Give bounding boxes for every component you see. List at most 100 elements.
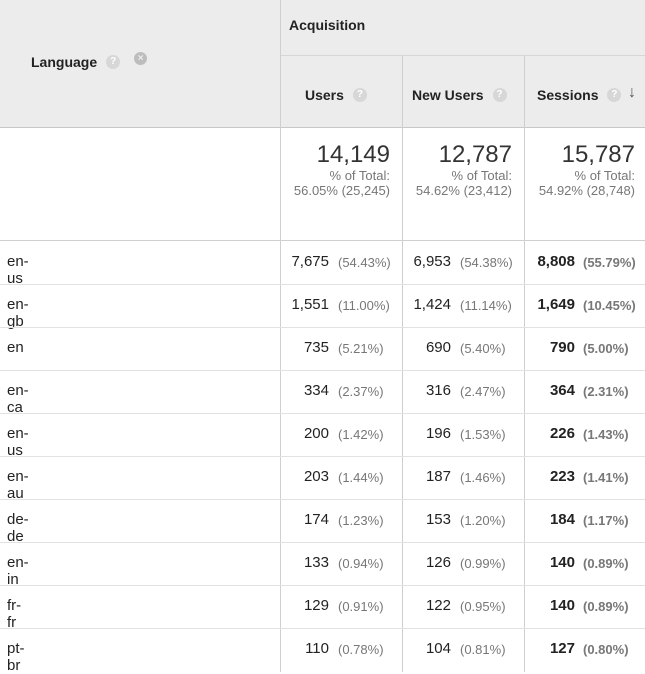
- users-total: 14,149: [316, 141, 390, 168]
- language-cell[interactable]: en: [7, 339, 24, 356]
- new-users-pct-cell: (2.47%): [460, 384, 506, 399]
- new-users-cell: 153: [425, 511, 451, 528]
- sessions-pct-cell: (2.31%): [583, 384, 629, 399]
- users-cell: 203: [303, 468, 329, 485]
- help-icon[interactable]: ?: [106, 55, 121, 69]
- row-divider: [0, 542, 645, 543]
- users-pct-cell: (0.91%): [338, 599, 384, 614]
- language-cell[interactable]: en-us: [7, 425, 29, 459]
- new-users-pct-cell: (5.40%): [460, 341, 506, 356]
- users-pct-cell: (2.37%): [338, 384, 384, 399]
- sort-descending-icon[interactable]: ↓: [628, 84, 636, 102]
- new-users-cell: 122: [425, 597, 451, 614]
- sessions-cell: 223: [549, 468, 575, 485]
- sessions-cell: 184: [549, 511, 575, 528]
- users-total-detail: 56.05% (25,245): [293, 183, 390, 198]
- users-pct-cell: (1.23%): [338, 513, 384, 528]
- sessions-cell: 8,808: [537, 253, 575, 270]
- help-icon[interactable]: ?: [607, 88, 622, 102]
- new-users-header-label: New Users: [412, 87, 484, 103]
- sessions-header-label: Sessions: [537, 87, 599, 103]
- language-cell[interactable]: en-in: [7, 554, 29, 588]
- sessions-total: 15,787: [561, 141, 635, 168]
- users-cell: 334: [303, 382, 329, 399]
- sessions-pct-cell: (55.79%): [583, 255, 636, 270]
- users-cell: 7,675: [291, 253, 329, 270]
- users-cell: 200: [303, 425, 329, 442]
- sessions-pct-cell: (0.89%): [583, 556, 629, 571]
- row-divider: [0, 585, 645, 586]
- new-users-column-header[interactable]: New Users ?: [412, 87, 507, 103]
- users-pct-cell: (54.43%): [338, 255, 391, 270]
- new-users-cell: 316: [425, 382, 451, 399]
- remove-dimension-icon[interactable]: ×: [134, 51, 148, 65]
- users-pct-cell: (1.42%): [338, 427, 384, 442]
- row-divider: [0, 284, 645, 285]
- users-cell: 735: [303, 339, 329, 356]
- row-divider: [0, 370, 645, 371]
- sessions-pct-cell: (10.45%): [583, 298, 636, 313]
- totals-divider: [0, 240, 645, 241]
- row-divider: [0, 327, 645, 328]
- language-column-header[interactable]: Language ? ×: [31, 51, 148, 70]
- users-cell: 129: [303, 597, 329, 614]
- users-pct-cell: (0.94%): [338, 556, 384, 571]
- new-users-total-detail: 54.62% (23,412): [415, 183, 512, 198]
- group-divider: [281, 55, 645, 56]
- sessions-column-header[interactable]: Sessions ?: [537, 87, 622, 103]
- language-cell[interactable]: en-ca: [7, 382, 29, 416]
- users-pct-cell: (1.44%): [338, 470, 384, 485]
- analytics-table: Language ? × Acquisition Users ? New Use…: [0, 0, 645, 674]
- help-icon[interactable]: ?: [352, 88, 367, 102]
- new-users-cell: 690: [425, 339, 451, 356]
- new-users-pct-cell: (1.53%): [460, 427, 506, 442]
- sessions-cell: 140: [549, 554, 575, 571]
- language-cell[interactable]: pt-br: [7, 640, 25, 674]
- row-divider: [0, 499, 645, 500]
- sessions-pct-cell: (0.80%): [583, 642, 629, 657]
- sessions-pct-cell: (5.00%): [583, 341, 629, 356]
- header-divider: [0, 127, 645, 128]
- sessions-cell: 790: [549, 339, 575, 356]
- column-divider: [524, 56, 525, 672]
- sessions-pct-cell: (1.41%): [583, 470, 629, 485]
- language-cell[interactable]: fr-fr: [7, 597, 21, 631]
- sessions-pct-cell: (0.89%): [583, 599, 629, 614]
- column-divider: [280, 0, 281, 672]
- new-users-cell: 104: [425, 640, 451, 657]
- new-users-cell: 126: [425, 554, 451, 571]
- sessions-cell: 364: [549, 382, 575, 399]
- new-users-cell: 187: [425, 468, 451, 485]
- users-cell: 133: [303, 554, 329, 571]
- sessions-total-label: % of Total:: [574, 168, 635, 183]
- new-users-cell: 196: [425, 425, 451, 442]
- new-users-cell: 6,953: [413, 253, 451, 270]
- help-icon[interactable]: ?: [492, 88, 507, 102]
- language-cell[interactable]: en-gb: [7, 296, 29, 330]
- language-cell[interactable]: de-de: [7, 511, 29, 545]
- sessions-pct-cell: (1.17%): [583, 513, 629, 528]
- new-users-pct-cell: (54.38%): [460, 255, 513, 270]
- users-pct-cell: (0.78%): [338, 642, 384, 657]
- new-users-total: 12,787: [438, 141, 512, 168]
- sessions-pct-cell: (1.43%): [583, 427, 629, 442]
- sessions-total-detail: 54.92% (28,748): [538, 183, 635, 198]
- new-users-pct-cell: (1.20%): [460, 513, 506, 528]
- sessions-cell: 226: [549, 425, 575, 442]
- sessions-cell: 140: [549, 597, 575, 614]
- row-divider: [0, 628, 645, 629]
- language-cell[interactable]: en-au: [7, 468, 29, 502]
- new-users-pct-cell: (0.95%): [460, 599, 506, 614]
- new-users-total-label: % of Total:: [451, 168, 512, 183]
- new-users-pct-cell: (0.99%): [460, 556, 506, 571]
- users-column-header[interactable]: Users ?: [305, 87, 367, 103]
- users-cell: 174: [303, 511, 329, 528]
- acquisition-group-header: Acquisition: [289, 17, 366, 33]
- language-cell[interactable]: en-us: [7, 253, 29, 287]
- users-pct-cell: (5.21%): [338, 341, 384, 356]
- language-header-label: Language: [31, 54, 98, 70]
- new-users-pct-cell: (1.46%): [460, 470, 506, 485]
- users-pct-cell: (11.00%): [338, 298, 390, 313]
- column-divider: [402, 56, 403, 672]
- new-users-pct-cell: (0.81%): [460, 642, 506, 657]
